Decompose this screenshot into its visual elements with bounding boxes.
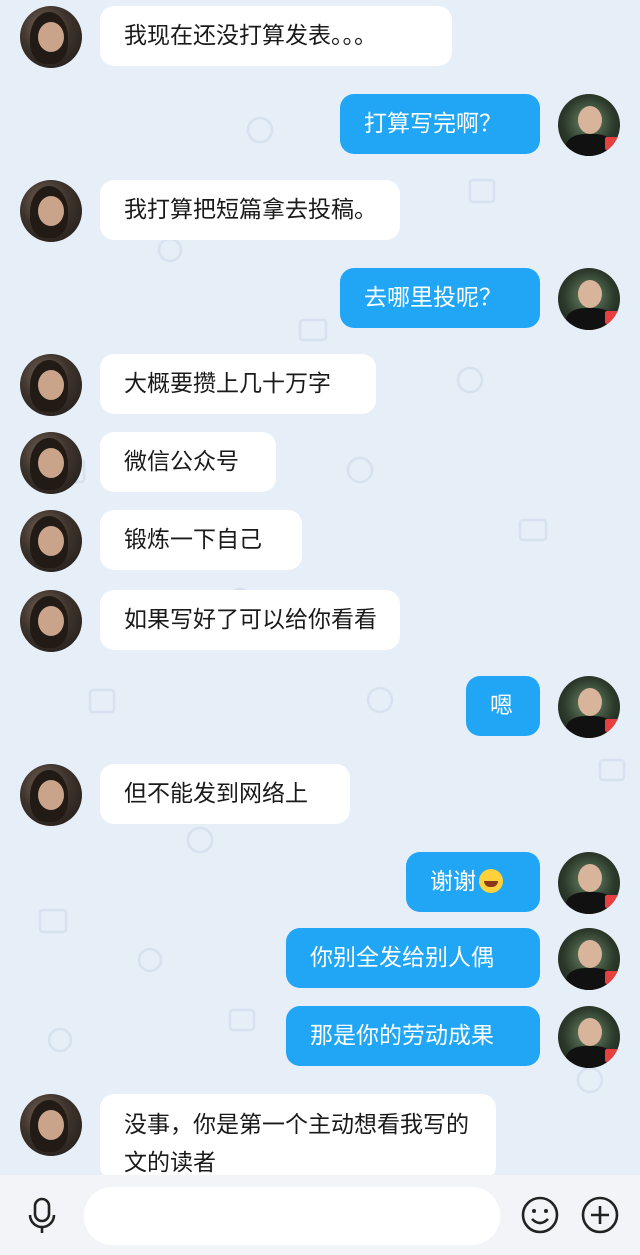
my-avatar[interactable] [558,676,620,738]
avatar-badge [605,895,618,908]
incoming-message-bubble[interactable]: 大概要攒上几十万字 [100,354,376,414]
my-avatar[interactable] [558,268,620,330]
my-avatar[interactable] [558,928,620,990]
avatar-face [38,370,64,400]
avatar-face [38,22,64,52]
contact-avatar[interactable] [20,180,82,242]
plus-circle-icon[interactable] [578,1193,622,1237]
microphone-icon[interactable] [20,1193,64,1237]
smiley-icon[interactable] [518,1193,562,1237]
background-pattern [38,38,626,1154]
my-avatar[interactable] [558,94,620,156]
message-text: 你别全发给别人偶 [310,945,494,971]
my-avatar[interactable] [558,852,620,914]
avatar-face [578,688,602,716]
avatar-face [578,940,602,968]
message-text: 锻炼一下自己 [124,527,262,553]
my-avatar[interactable] [558,1006,620,1068]
message-text: 我现在还没打算发表。。。 [124,23,377,49]
message-text: 去哪里投呢？ [364,285,502,311]
chat-area[interactable]: 我现在还没打算发表。。。打算写完啊？ 我打算把短篇拿去投稿。去哪里投呢？ 大概要攒上… [0,0,640,1175]
avatar-face [578,1018,602,1046]
contact-avatar[interactable] [20,432,82,494]
message-text: 嗯 [490,693,513,719]
contact-avatar[interactable] [20,1094,82,1156]
avatar-badge [605,1049,618,1062]
avatar-face [578,864,602,892]
message-text: 那是你的劳动成果 [310,1023,494,1049]
contact-avatar[interactable] [20,6,82,68]
message-text: 微信公众号 [124,449,239,475]
outgoing-message-bubble[interactable]: 嗯 [466,676,540,736]
outgoing-message-bubble[interactable]: 那是你的劳动成果 [286,1006,540,1066]
incoming-message-bubble[interactable]: 我打算把短篇拿去投稿。 [100,180,400,240]
contact-avatar[interactable] [20,590,82,652]
avatar-face [38,1110,64,1140]
avatar-badge [605,311,618,324]
avatar-face [578,106,602,134]
message-text: 大概要攒上几十万字 [124,371,331,397]
avatar-face [578,280,602,308]
message-text: 打算写完啊？ [364,111,502,137]
message-text: 我打算把短篇拿去投稿。 [124,197,377,223]
message-text: 但不能发到网络上 [124,781,308,807]
message-text: 没事，你是第一个主动想看我写的文的读者 [124,1112,469,1175]
laughing-tears-emoji-icon [479,869,503,893]
message-text: 谢谢 [430,869,476,895]
input-bar [0,1175,640,1255]
avatar-badge [605,971,618,984]
outgoing-message-bubble[interactable]: 去哪里投呢？ [340,268,540,328]
contact-avatar[interactable] [20,510,82,572]
avatar-face [38,448,64,478]
contact-avatar[interactable] [20,354,82,416]
avatar-face [38,606,64,636]
outgoing-message-bubble[interactable]: 你别全发给别人偶 [286,928,540,988]
avatar-face [38,526,64,556]
outgoing-message-bubble[interactable]: 谢谢 [406,852,540,912]
incoming-message-bubble[interactable]: 如果写好了可以给你看看 [100,590,400,650]
incoming-message-bubble[interactable]: 没事，你是第一个主动想看我写的文的读者 [100,1094,496,1175]
outgoing-message-bubble[interactable]: 打算写完啊？ [340,94,540,154]
incoming-message-bubble[interactable]: 我现在还没打算发表。。。 [100,6,452,66]
avatar-badge [605,719,618,732]
message-text: 如果写好了可以给你看看 [124,607,377,633]
avatar-face [38,780,64,810]
avatar-face [38,196,64,226]
incoming-message-bubble[interactable]: 微信公众号 [100,432,276,492]
message-input[interactable] [84,1187,500,1245]
incoming-message-bubble[interactable]: 但不能发到网络上 [100,764,350,824]
avatar-badge [605,137,618,150]
incoming-message-bubble[interactable]: 锻炼一下自己 [100,510,302,570]
contact-avatar[interactable] [20,764,82,826]
